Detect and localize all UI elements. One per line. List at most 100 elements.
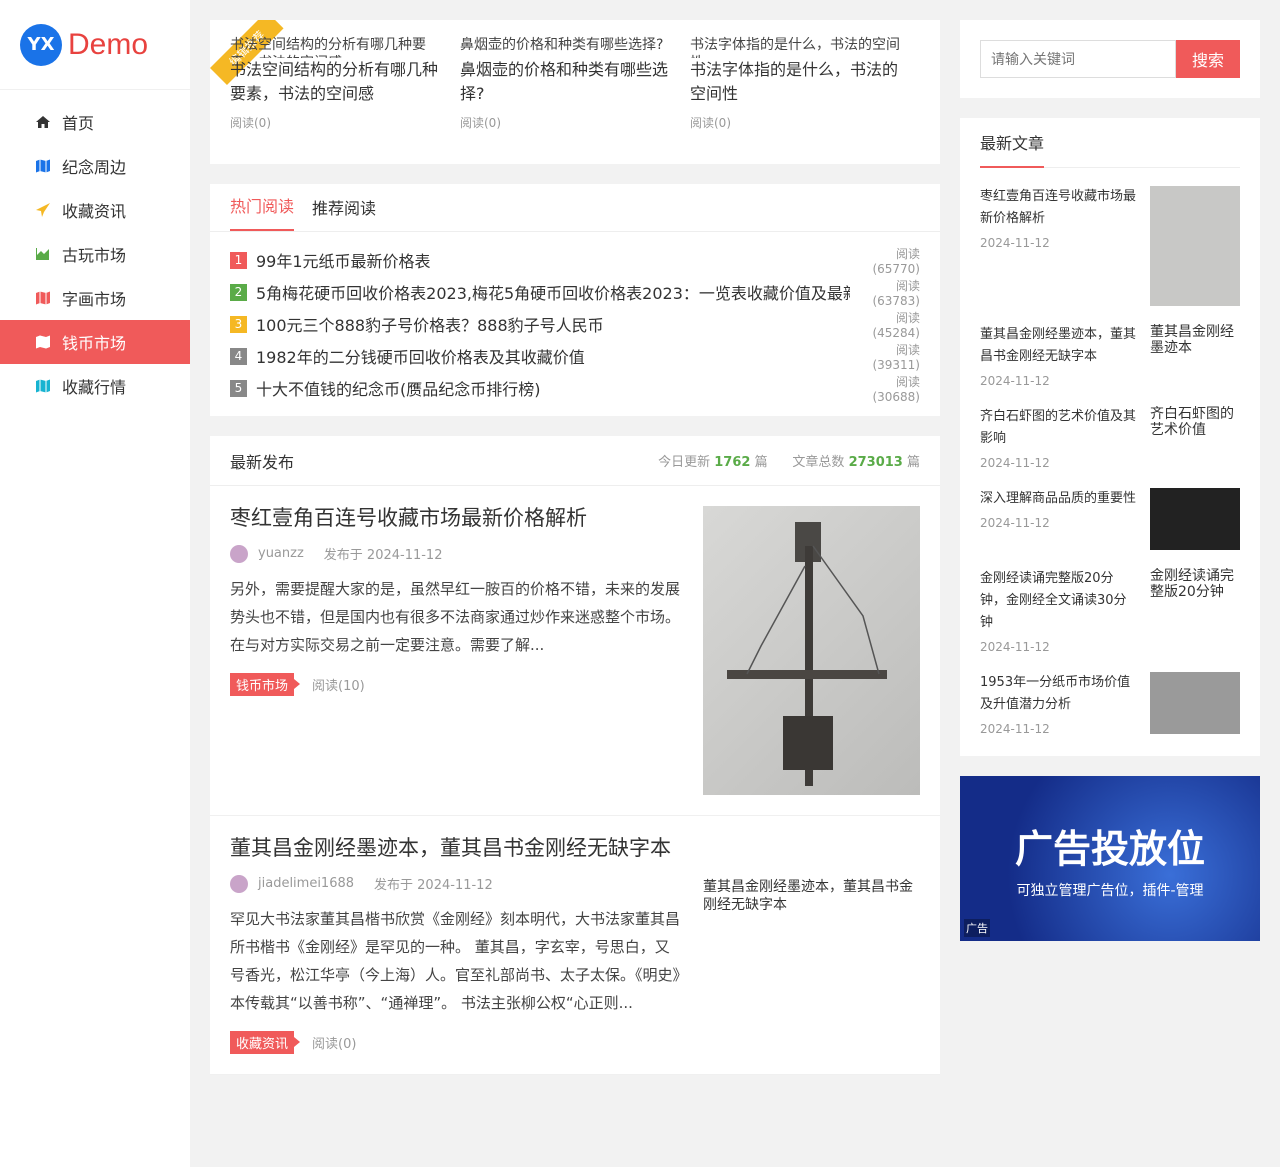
hot-list: 1 99年1元纸币最新价格表 阅读(65770) 2 5角梅花硬币回收价格表2023,梅… xyxy=(210,232,940,416)
rank-badge: 3 xyxy=(230,315,247,333)
news-item[interactable]: 枣红壹角百连号收藏市场最新价格解析 2024-11-12 xyxy=(980,186,1240,306)
news-item[interactable]: 金刚经读诵完整版20分钟，金刚经全文诵读30分钟 2024-11-12 金刚经读诵完… xyxy=(980,568,1240,654)
right-sidebar: 搜索 最新文章 枣红壹角百连号收藏市场最新价格解析2024-11-12董其昌金刚… xyxy=(960,20,1260,941)
hot-item-title[interactable]: 100元三个888豹子号价格表？888豹子号人民币 xyxy=(256,312,850,336)
latest-articles-list: 枣红壹角百连号收藏市场最新价格解析 2024-11-12 董其昌金刚经墨迹本，董其昌… xyxy=(980,186,1240,736)
news-thumb-alt[interactable]: 金刚经读诵完整版20分钟 xyxy=(1150,568,1240,612)
nav-item-label: 收藏行情 xyxy=(62,378,127,397)
nav-item[interactable]: 钱币市场 xyxy=(0,320,190,364)
news-item[interactable]: 深入理解商品品质的重要性 2024-11-12 xyxy=(980,488,1240,550)
tab-recommended-reading[interactable]: 推荐阅读 xyxy=(312,195,376,231)
search-input[interactable] xyxy=(980,40,1176,78)
hot-item[interactable]: 1 99年1元纸币最新价格表 阅读(65770) xyxy=(230,244,920,276)
article-date: 发布于 2024-11-12 xyxy=(323,548,443,563)
hot-item-title[interactable]: 5角梅花硬币回收价格表2023,梅花5角硬币回收价格表2023：一览表收藏价值及… xyxy=(256,280,850,304)
news-item[interactable]: 董其昌金刚经墨迹本，董其昌书金刚经无缺字本 2024-11-12 董其昌金刚经墨迹本 xyxy=(980,324,1240,388)
news-title[interactable]: 齐白石虾图的艺术价值及其影响 xyxy=(980,406,1136,450)
hot-item-read: 阅读(63783) xyxy=(872,278,920,308)
news-item[interactable]: 齐白石虾图的艺术价值及其影响 2024-11-12 齐白石虾图的艺术价值 xyxy=(980,406,1240,470)
logo-mark-icon: YX xyxy=(20,23,62,66)
recommend-item-title[interactable]: 书法空间结构的分析有哪几种要素，书法的空间感 xyxy=(230,58,440,106)
news-date: 2024-11-12 xyxy=(980,236,1050,250)
map-icon xyxy=(34,378,52,394)
tab-hot-reading[interactable]: 热门阅读 xyxy=(230,193,295,231)
article-title[interactable]: 董其昌金刚经墨迹本，董其昌书金刚经无缺字本 xyxy=(230,832,683,864)
hot-item-title[interactable]: 1982年的二分钱硬币回收价格表及其收藏价值 xyxy=(256,344,850,368)
news-thumbnail[interactable] xyxy=(1150,488,1240,550)
news-title[interactable]: 深入理解商品品质的重要性 xyxy=(980,488,1136,510)
scale-object-icon xyxy=(727,522,887,786)
news-title[interactable]: 1953年一分纸币市场价值及升值潜力分析 xyxy=(980,672,1136,716)
news-thumbnail[interactable] xyxy=(1150,186,1240,306)
nav-item[interactable]: 字画市场 xyxy=(0,276,190,320)
recommend-item-title[interactable]: 书法字体指的是什么，书法的空间性 xyxy=(690,58,900,106)
news-thumb-alt[interactable]: 董其昌金刚经墨迹本 xyxy=(1150,324,1240,368)
avatar[interactable] xyxy=(230,874,248,893)
article-tag[interactable]: 收藏资讯 xyxy=(230,1031,301,1054)
hot-item-read: 阅读(65770) xyxy=(872,246,920,276)
news-thumbnail[interactable] xyxy=(1150,672,1240,734)
news-date: 2024-11-12 xyxy=(980,722,1050,736)
hot-item-title[interactable]: 99年1元纸币最新价格表 xyxy=(256,248,850,272)
ad-banner[interactable]: 广告投放位 可独立管理广告位，插件-管理 广告 xyxy=(960,776,1260,941)
search-button[interactable]: 搜索 xyxy=(1176,40,1240,78)
recommend-item-caption: 鼻烟壶的价格和种类有哪些选择? xyxy=(460,37,664,53)
logo[interactable]: YX Demo xyxy=(0,0,190,90)
nav-item-label: 字画市场 xyxy=(62,290,127,309)
news-thumb-alt[interactable]: 齐白石虾图的艺术价值 xyxy=(1150,406,1240,450)
article-author[interactable]: jiadelimei1688 xyxy=(258,876,354,891)
map-icon xyxy=(34,290,52,306)
hot-item[interactable]: 5 十大不值钱的纪念币(赝品纪念币排行榜) 阅读(30688) xyxy=(230,372,920,404)
sidebar: YX Demo 首页纪念周边 收藏资讯 古玩市场字画市场钱币市场收藏行情 xyxy=(0,0,190,1167)
main-content: 编辑推荐 书法空间结构的分析有哪几种要素，书法的空间感 书法空间结构的分析有哪几… xyxy=(210,20,940,1095)
news-date: 2024-11-12 xyxy=(980,374,1050,388)
nav-item[interactable]: 首页 xyxy=(0,100,190,144)
hot-item[interactable]: 2 5角梅花硬币回收价格表2023,梅花5角硬币回收价格表2023：一览表收藏价值… xyxy=(230,276,920,308)
article-tag[interactable]: 钱币市场 xyxy=(230,673,301,696)
hot-item[interactable]: 3 100元三个888豹子号价格表？888豹子号人民币 阅读(45284) xyxy=(230,308,920,340)
recommend-item-caption: 书法字体指的是什么，书法的空间性 xyxy=(690,37,900,58)
hot-item-read: 阅读(39311) xyxy=(872,342,920,372)
news-date: 2024-11-12 xyxy=(980,516,1050,530)
article-read: 阅读(10) xyxy=(312,679,365,694)
hot-item[interactable]: 4 1982年的二分钱硬币回收价格表及其收藏价值 阅读(39311) xyxy=(230,340,920,372)
news-title[interactable]: 枣红壹角百连号收藏市场最新价格解析 xyxy=(980,186,1136,230)
hot-item-read: 阅读(45284) xyxy=(872,310,920,340)
area-chart-icon xyxy=(34,246,52,262)
hot-tabs: 热门阅读 推荐阅读 xyxy=(210,184,940,232)
search-card: 搜索 xyxy=(960,20,1260,98)
news-title[interactable]: 金刚经读诵完整版20分钟，金刚经全文诵读30分钟 xyxy=(980,568,1136,634)
recommend-item[interactable]: 书法字体指的是什么，书法的空间性 书法字体指的是什么，书法的空间性 阅读(0) xyxy=(690,36,920,164)
news-title[interactable]: 董其昌金刚经墨迹本，董其昌书金刚经无缺字本 xyxy=(980,324,1136,368)
nav-item[interactable]: 古玩市场 xyxy=(0,232,190,276)
article-author[interactable]: yuanzz xyxy=(258,546,304,561)
latest-articles-title: 最新文章 xyxy=(980,130,1045,168)
nav-item[interactable]: 纪念周边 xyxy=(0,144,190,188)
article-image-alt[interactable]: 董其昌金刚经墨迹本，董其昌书金刚经无缺字本 xyxy=(703,836,920,1054)
latest-articles-card: 最新文章 枣红壹角百连号收藏市场最新价格解析 2024-11-12 董其昌金刚经墨迹… xyxy=(960,118,1260,756)
nav-item[interactable]: 收藏行情 xyxy=(0,364,190,408)
nav-item[interactable]: 收藏资讯 xyxy=(0,188,190,232)
latest-stats: 今日更新 1762 篇 文章总数 273013 篇 xyxy=(658,451,920,470)
article-thumbnail[interactable] xyxy=(703,506,920,795)
ad-title: 广告投放位 xyxy=(1014,827,1205,871)
recommend-item-title[interactable]: 鼻烟壶的价格和种类有哪些选择? xyxy=(460,58,670,106)
avatar[interactable] xyxy=(230,544,248,563)
nav-item-label: 首页 xyxy=(62,114,95,133)
recommend-item-read: 阅读(0) xyxy=(460,116,501,130)
nav-menu: 首页纪念周边 收藏资讯 古玩市场字画市场钱币市场收藏行情 xyxy=(0,100,190,408)
news-item[interactable]: 1953年一分纸币市场价值及升值潜力分析 2024-11-12 xyxy=(980,672,1240,736)
article-title[interactable]: 枣红壹角百连号收藏市场最新价格解析 xyxy=(230,502,683,534)
total-count: 273013 xyxy=(848,455,903,470)
total-label: 文章总数 xyxy=(792,455,845,470)
hot-item-title[interactable]: 十大不值钱的纪念币(赝品纪念币排行榜) xyxy=(256,376,850,400)
logo-text: Demo xyxy=(68,27,149,61)
today-count: 1762 xyxy=(714,455,751,470)
recommend-card: 编辑推荐 书法空间结构的分析有哪几种要素，书法的空间感 书法空间结构的分析有哪几… xyxy=(210,20,940,164)
recommend-item[interactable]: 鼻烟壶的价格和种类有哪些选择? 鼻烟壶的价格和种类有哪些选择? 阅读(0) xyxy=(460,36,690,164)
ad-subtitle: 可独立管理广告位，插件-管理 xyxy=(1016,883,1204,899)
article-desc: 另外，需要提醒大家的是，虽然早红一胺百的价格不错，未来的发展势头也不错，但是国内… xyxy=(230,580,681,654)
recommend-item[interactable]: 书法空间结构的分析有哪几种要素，书法的空间感 书法空间结构的分析有哪几种要素，书… xyxy=(230,36,460,164)
recommend-item-read: 阅读(0) xyxy=(690,116,731,130)
article-item: 董其昌金刚经墨迹本，董其昌书金刚经无缺字本 jiadelimei1688 发布于… xyxy=(210,816,940,1075)
